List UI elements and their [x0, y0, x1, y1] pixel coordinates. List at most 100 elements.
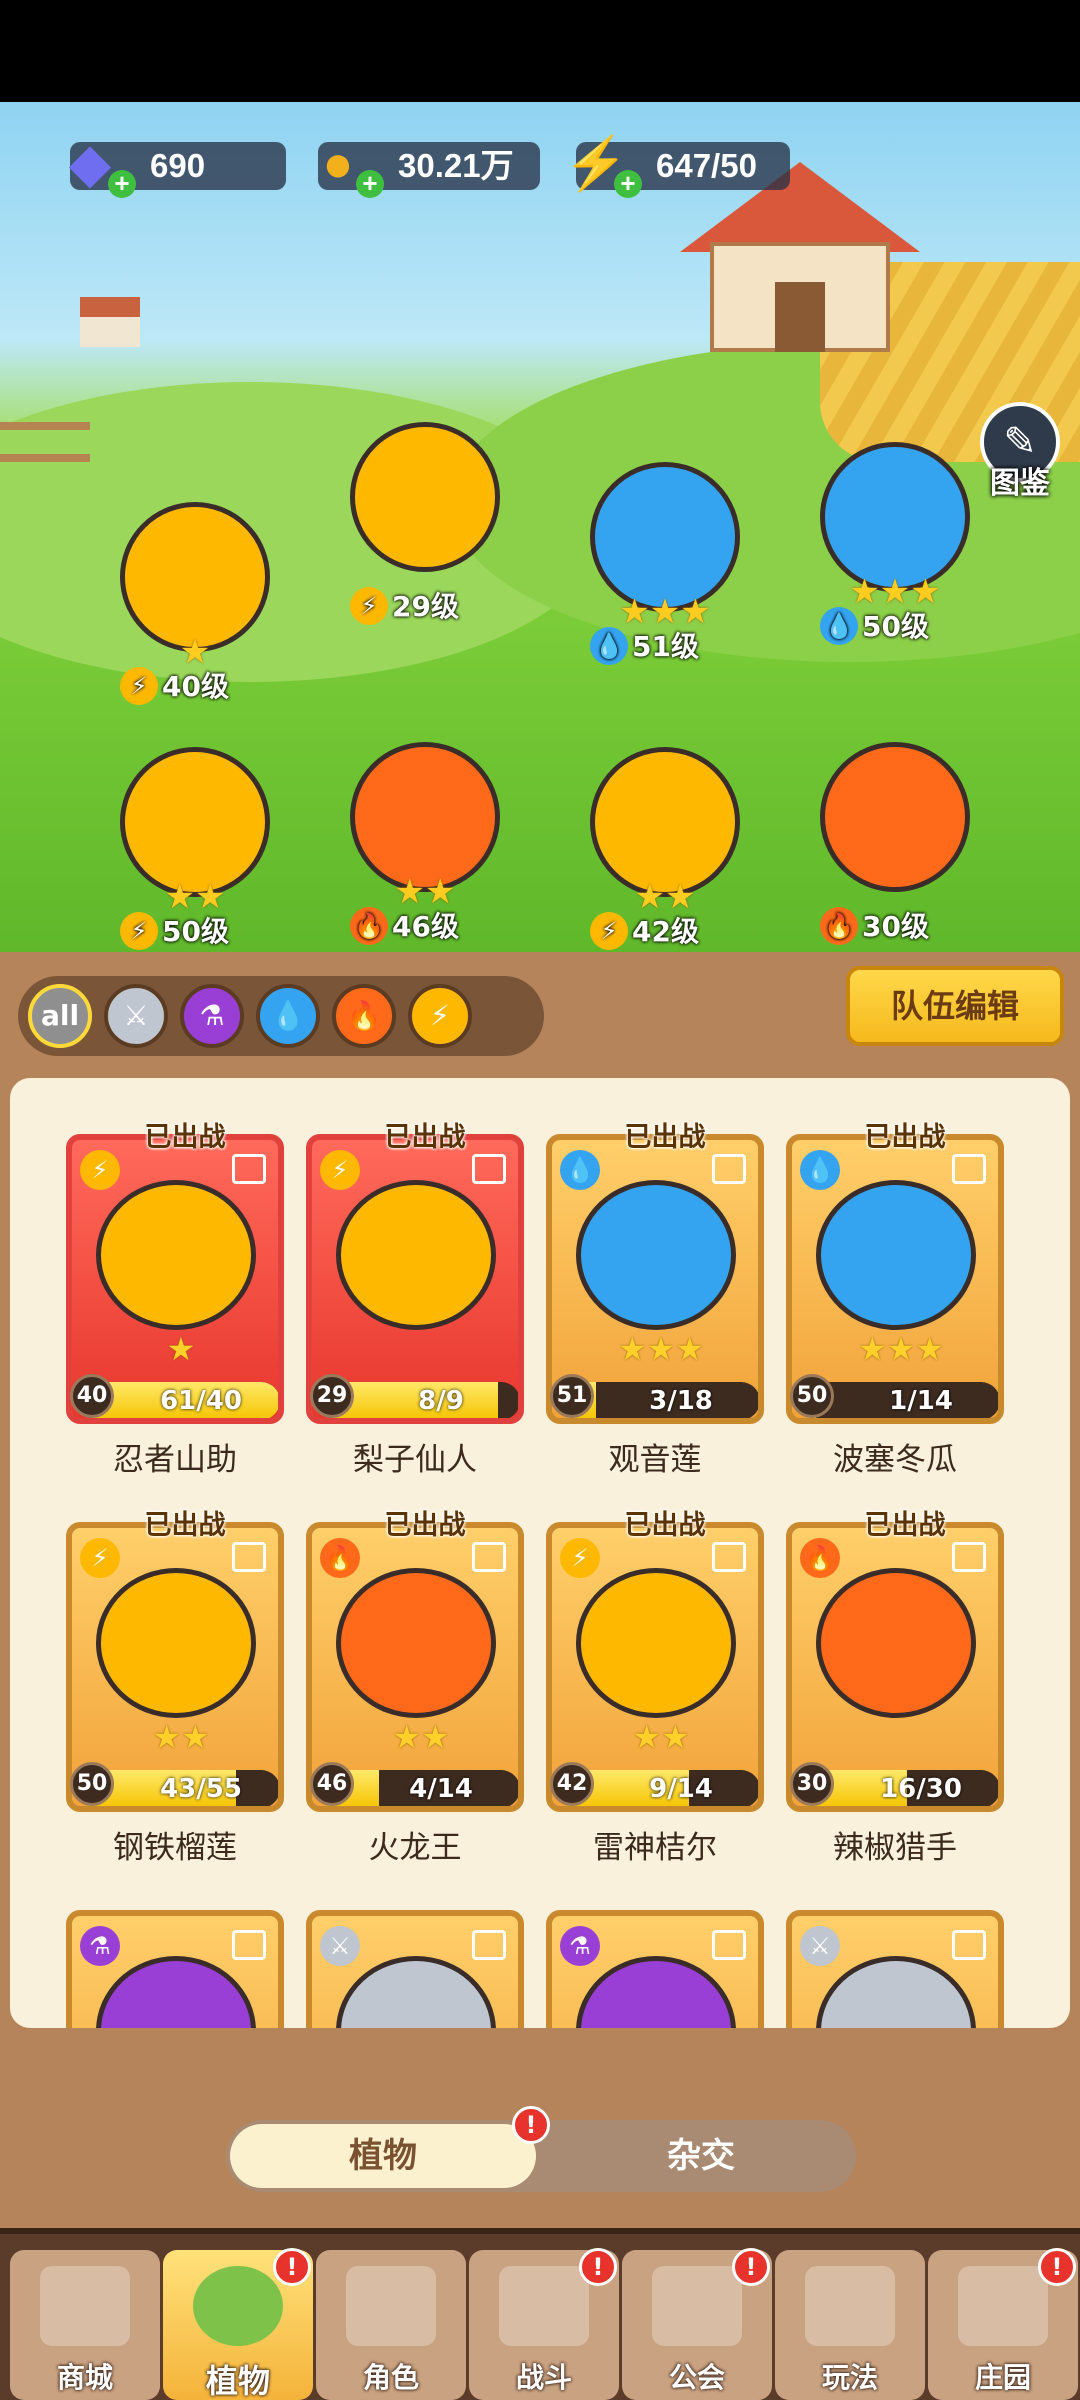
hero-level: ⚡ 29级: [350, 587, 459, 627]
lineup-hero[interactable]: ★ ⚡ 40级: [90, 502, 290, 722]
deployed-tag: 已出战: [624, 1122, 706, 1153]
lineup-hero[interactable]: 🔥 30级: [790, 742, 990, 952]
hero-figure: [820, 442, 970, 592]
plant-portrait: [816, 1180, 976, 1330]
filter-sword-button[interactable]: ⚔: [104, 984, 168, 1048]
card-stars: ★★★: [857, 1330, 945, 1368]
element-filter-bar: all ⚔ ⚗ 💧 🔥 ⚡: [18, 976, 544, 1056]
hero-level: 🔥 46级: [350, 907, 459, 947]
gems-counter[interactable]: ◆ + 690: [70, 138, 286, 198]
plant-portrait: [816, 1568, 976, 1718]
alert-badge: !: [273, 2248, 311, 2286]
alert-badge: !: [732, 2248, 770, 2286]
fire-icon: 🔥: [350, 907, 388, 945]
formation-grid-icon: [952, 1542, 986, 1572]
plant-card[interactable]: ⚡ ★★ 9/14 已出战 42 雷神桔尔: [546, 1510, 764, 1866]
add-energy-button[interactable]: +: [614, 170, 642, 198]
nav-0[interactable]: 商城: [10, 2250, 160, 2400]
filter-fire-button[interactable]: 🔥: [332, 984, 396, 1048]
nav-tab-icon: [40, 2266, 130, 2346]
plant-card[interactable]: ⚡ ★★ 43/55 已出战 50 钢铁榴莲: [66, 1510, 284, 1866]
formation-grid-icon: [472, 1930, 506, 1960]
water-drop-icon: 💧: [270, 999, 306, 1032]
water-drop-icon: 💧: [560, 1150, 600, 1190]
lineup-hero[interactable]: ★★ ⚡ 50级: [90, 747, 290, 952]
plant-card[interactable]: ⚡ ★ 61/40 已出战 40 忍者山助: [66, 1122, 284, 1478]
nav-3[interactable]: 战斗!: [469, 2248, 619, 2400]
add-gems-button[interactable]: +: [108, 170, 136, 198]
filter-poison-button[interactable]: ⚗: [180, 984, 244, 1048]
bottom-nav: 商城 植物! 角色 战斗! 公会! 玩法 庄园!: [0, 2228, 1080, 2400]
lineup-hero[interactable]: ★★ ⚡ 42级: [560, 747, 760, 952]
shard-progress-text: 3/18: [649, 1386, 713, 1416]
formation-grid-icon: [232, 1930, 266, 1960]
plant-card[interactable]: 💧 ★★★ 1/14 已出战 50 波塞冬瓜: [786, 1122, 1004, 1478]
plant-portrait: [816, 1956, 976, 2028]
shard-progress-text: 9/14: [649, 1774, 713, 1804]
hero-level: ⚡ 50级: [120, 912, 229, 952]
gold-counter[interactable]: ● + 30.21万: [318, 138, 540, 198]
water-drop-icon: 💧: [590, 627, 628, 665]
plant-card[interactable]: 🔥 16/30 已出战 30 辣椒猎手: [786, 1510, 1004, 1866]
plant-card[interactable]: 💧 ★★★ 3/18 已出战 51 观音莲: [546, 1122, 764, 1478]
nav-4[interactable]: 公会!: [622, 2248, 772, 2400]
potion-icon: ⚗: [560, 1926, 600, 1966]
deployed-tag: 已出战: [144, 1122, 226, 1153]
add-gold-button[interactable]: +: [356, 170, 384, 198]
plant-name: 火龙王: [368, 1830, 462, 1866]
tab-hybrid[interactable]: 杂交: [546, 2120, 856, 2192]
plant-name: 波塞冬瓜: [833, 1442, 957, 1478]
lineup-hero[interactable]: ★★★ 💧 51级: [560, 462, 760, 682]
deployed-tag: 已出战: [864, 1122, 946, 1153]
nav-tab-label: 角色: [362, 2361, 419, 2394]
plant-card[interactable]: ⚔: [306, 1910, 524, 2028]
energy-counter[interactable]: ⚡ + 647/50: [564, 138, 790, 198]
hero-figure: [820, 742, 970, 892]
plant-card[interactable]: 🔥 ★★ 4/14 已出战 46 火龙王: [306, 1510, 524, 1866]
hero-level: 🔥 30级: [820, 907, 929, 947]
lineup-hero[interactable]: ★★★ 💧 50级: [790, 442, 990, 662]
hero-level: ⚡ 40级: [120, 667, 229, 707]
team-edit-button[interactable]: 队伍编辑: [846, 966, 1064, 1046]
filter-all-button[interactable]: all: [28, 984, 92, 1048]
card-level: 42: [550, 1762, 594, 1806]
lineup-scene: ◆ + 690 ● + 30.21万 ⚡ + 647/50 ✎ 图鉴 ★ ⚡ 40级…: [0, 102, 1080, 952]
filter-water-button[interactable]: 💧: [256, 984, 320, 1048]
distant-house: [80, 297, 140, 347]
fire-icon: 🔥: [346, 999, 382, 1032]
plant-card[interactable]: ⚔: [786, 1910, 1004, 2028]
shard-progress-text: 61/40: [160, 1386, 242, 1416]
plant-portrait: [336, 1568, 496, 1718]
fire-icon: 🔥: [320, 1538, 360, 1578]
lightning-icon: ⚡: [590, 912, 628, 950]
nav-1[interactable]: 植物!: [163, 2248, 313, 2400]
nav-tab-label: 商城: [56, 2361, 113, 2394]
lineup-hero[interactable]: ★★ 🔥 46级: [320, 742, 520, 952]
potion-icon: ⚗: [199, 999, 225, 1032]
deployed-tag: 已出战: [864, 1510, 946, 1541]
water-drop-icon: 💧: [800, 1150, 840, 1190]
lightning-icon: ⚡: [120, 667, 158, 705]
nav-2[interactable]: 角色: [316, 2250, 466, 2400]
sword-icon: ⚔: [123, 999, 149, 1032]
hero-stars: ★★★: [849, 572, 941, 612]
plant-card[interactable]: ⚡ 8/9 已出战 29 梨子仙人: [306, 1122, 524, 1478]
fire-icon: 🔥: [820, 907, 858, 945]
plant-card-grid[interactable]: ⚡ ★ 61/40 已出战 40 忍者山助 ⚡ 8/9 已出战 29 梨子仙人 💧 ★★★ 3/18 已出战…: [10, 1078, 1070, 2028]
lineup-hero[interactable]: ⚡ 29级: [320, 422, 520, 642]
hero-figure: [350, 742, 500, 892]
nav-tab-icon: [193, 2266, 283, 2346]
formation-grid-icon: [472, 1542, 506, 1572]
plant-card[interactable]: ⚗: [546, 1910, 764, 2028]
nav-6[interactable]: 庄园!: [928, 2248, 1078, 2400]
energy-value: 647/50: [656, 147, 757, 184]
filter-thunder-button[interactable]: ⚡: [408, 984, 472, 1048]
shard-progress-text: 16/30: [880, 1774, 962, 1804]
plant-name: 钢铁榴莲: [113, 1830, 237, 1866]
tab-plants[interactable]: 植物: [230, 2124, 536, 2188]
plant-portrait: [336, 1956, 496, 2028]
plant-card[interactable]: ⚗: [66, 1910, 284, 2028]
card-frame: ⚔: [306, 1910, 524, 2028]
card-level: 40: [70, 1374, 114, 1418]
nav-5[interactable]: 玩法: [775, 2250, 925, 2400]
